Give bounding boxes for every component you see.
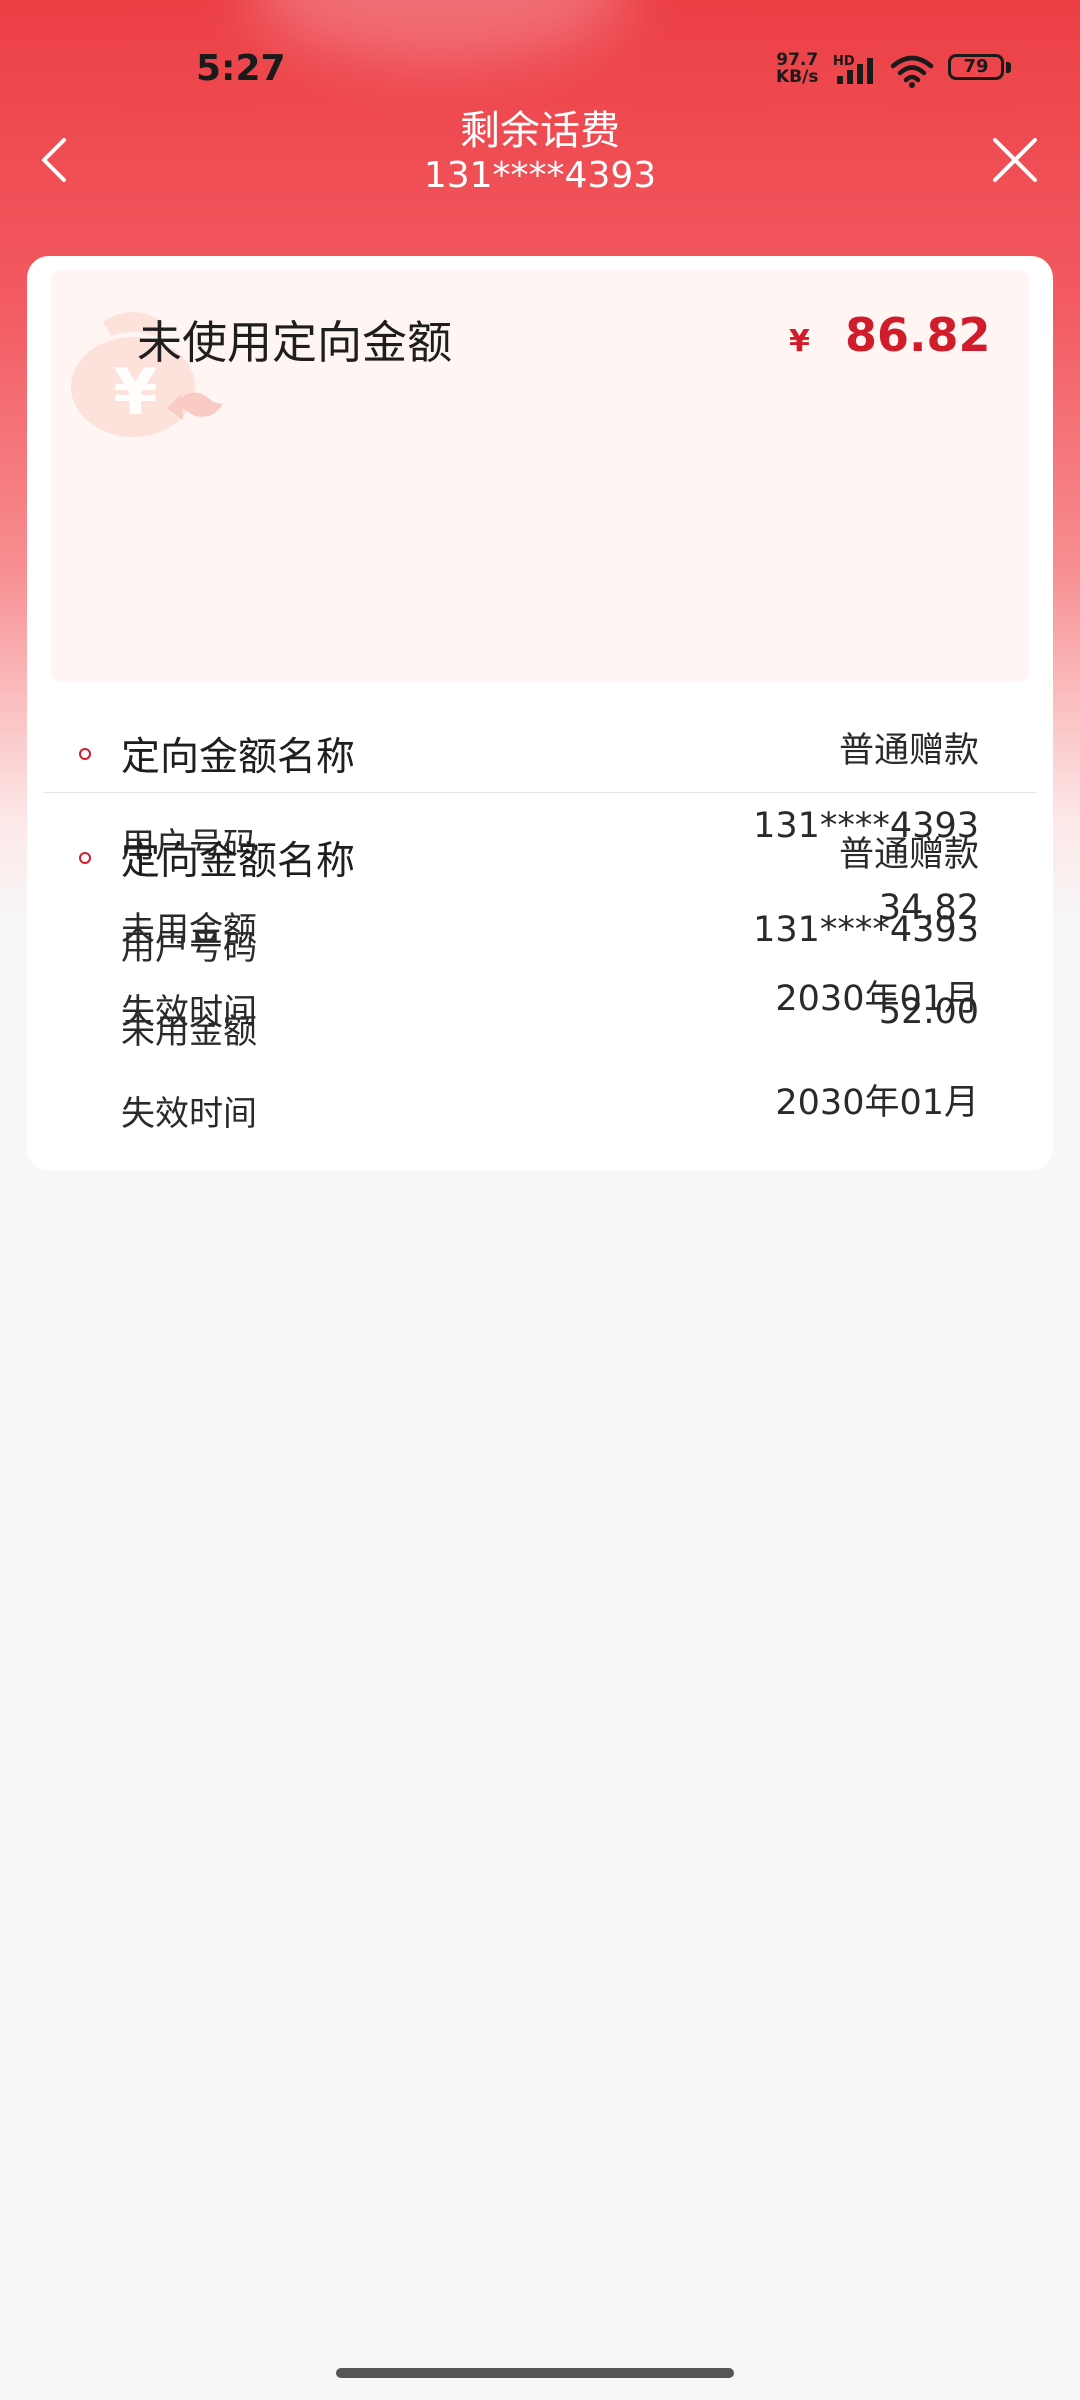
currency-symbol: ¥ bbox=[789, 324, 810, 359]
balance-card: ¥ 未使用定向金额 ¥ 86.82 定向金额名称 普通赠款 用户号码 131**… bbox=[27, 256, 1053, 1170]
summary-label: 未使用定向金额 bbox=[137, 316, 453, 369]
network-speed-unit: KB/s bbox=[776, 67, 819, 87]
record-phone-label: 用户号码 bbox=[121, 928, 257, 968]
status-time: 5:27 bbox=[196, 48, 286, 89]
record-unused-label: 未用金额 bbox=[121, 1012, 257, 1052]
summary-banner: ¥ 未使用定向金额 ¥ 86.82 bbox=[51, 270, 1029, 682]
record-name-value: 普通赠款 bbox=[838, 731, 979, 771]
page-title: 剩余话费 bbox=[460, 108, 620, 154]
close-icon[interactable] bbox=[985, 130, 1045, 190]
battery-tip bbox=[1006, 62, 1011, 73]
network-speed: 97.7 KB/s bbox=[776, 52, 818, 86]
status-bar: 5:27 97.7 KB/s HD 79 bbox=[0, 0, 1080, 120]
battery-level: 79 bbox=[963, 56, 989, 77]
record-expiry-value: 2030年01月 bbox=[775, 1083, 979, 1123]
back-icon[interactable] bbox=[28, 130, 88, 190]
record-expiry-label: 失效时间 bbox=[121, 1094, 257, 1134]
record-phone-value: 131****4393 bbox=[753, 910, 979, 950]
signal-icon bbox=[837, 58, 873, 84]
page-subtitle-phone: 131****4393 bbox=[423, 155, 657, 196]
wifi-icon bbox=[890, 55, 934, 88]
record-name-value: 普通赠款 bbox=[838, 835, 979, 875]
battery-icon: 79 bbox=[948, 54, 1014, 86]
record-name-label: 定向金额名称 bbox=[121, 735, 356, 780]
balance-record: 定向金额名称 普通赠款 用户号码 131****4393 未用金额 52.00 … bbox=[27, 792, 1053, 1170]
record-unused-value: 52.00 bbox=[878, 992, 979, 1032]
record-bullet bbox=[79, 748, 91, 760]
home-indicator[interactable] bbox=[336, 2368, 734, 2378]
summary-amount: 86.82 bbox=[845, 308, 991, 362]
record-name-label: 定向金额名称 bbox=[121, 839, 356, 884]
record-bullet bbox=[79, 852, 91, 864]
